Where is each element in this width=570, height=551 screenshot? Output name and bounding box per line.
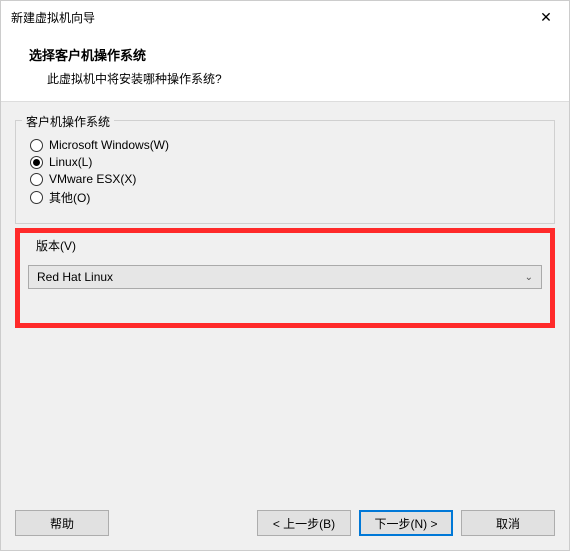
radio-icon xyxy=(30,156,43,169)
cancel-button[interactable]: 取消 xyxy=(461,510,555,536)
close-icon: ✕ xyxy=(540,9,552,26)
version-highlight: 版本(V) Red Hat Linux ⌄ xyxy=(15,228,555,328)
dropdown-selected: Red Hat Linux xyxy=(37,270,113,284)
wizard-header: 选择客户机操作系统 此虚拟机中将安装哪种操作系统? xyxy=(1,33,569,102)
help-button[interactable]: 帮助 xyxy=(15,510,109,536)
page-title: 选择客户机操作系统 xyxy=(29,45,549,64)
wizard-window: 新建虚拟机向导 ✕ 选择客户机操作系统 此虚拟机中将安装哪种操作系统? 客户机操… xyxy=(0,0,570,551)
wizard-content: 客户机操作系统 Microsoft Windows(W) Linux(L) VM… xyxy=(1,102,569,500)
chevron-down-icon: ⌄ xyxy=(525,272,533,283)
radio-label: Microsoft Windows(W) xyxy=(49,138,169,152)
radio-linux[interactable]: Linux(L) xyxy=(30,155,540,169)
back-button[interactable]: < 上一步(B) xyxy=(257,510,351,536)
window-title: 新建虚拟机向导 xyxy=(11,9,95,26)
radio-icon xyxy=(30,139,43,152)
radio-vmware-esx[interactable]: VMware ESX(X) xyxy=(30,172,540,186)
page-subtitle: 此虚拟机中将安装哪种操作系统? xyxy=(47,70,549,87)
next-button[interactable]: 下一步(N) > xyxy=(359,510,453,536)
radio-label: VMware ESX(X) xyxy=(49,172,136,186)
radio-label: 其他(O) xyxy=(49,189,90,206)
radio-label: Linux(L) xyxy=(49,155,92,169)
version-groupbox: 版本(V) Red Hat Linux ⌄ xyxy=(28,239,542,289)
version-dropdown[interactable]: Red Hat Linux ⌄ xyxy=(28,265,542,289)
version-label: 版本(V) xyxy=(32,237,80,254)
os-group-label: 客户机操作系统 xyxy=(22,113,114,130)
radio-windows[interactable]: Microsoft Windows(W) xyxy=(30,138,540,152)
radio-other[interactable]: 其他(O) xyxy=(30,189,540,206)
wizard-footer: 帮助 < 上一步(B) 下一步(N) > 取消 xyxy=(1,500,569,550)
close-button[interactable]: ✕ xyxy=(523,1,569,33)
radio-icon xyxy=(30,191,43,204)
radio-icon xyxy=(30,173,43,186)
titlebar: 新建虚拟机向导 ✕ xyxy=(1,1,569,33)
os-groupbox: 客户机操作系统 Microsoft Windows(W) Linux(L) VM… xyxy=(15,120,555,224)
